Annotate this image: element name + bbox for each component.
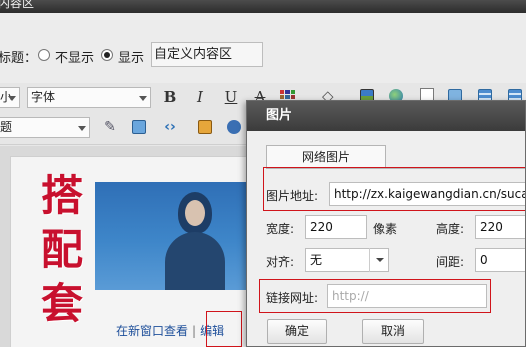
image-url-input[interactable]: http://zx.kaigewangdian.cn/sucaimo xyxy=(329,182,525,206)
width-unit-label: 像素 xyxy=(373,222,398,236)
link-url-input[interactable]: http:// xyxy=(327,284,487,308)
font-size-select[interactable]: 小 xyxy=(0,87,20,108)
content-photo[interactable] xyxy=(95,182,250,290)
edit-link[interactable]: 编辑 xyxy=(200,324,224,338)
paragraph-format-value: 题 xyxy=(0,120,13,134)
tab-web-image[interactable]: 网络图片 xyxy=(266,145,386,168)
source-code-icon[interactable]: ‹› xyxy=(160,117,180,137)
title-option-row: 标题： 不显示 显示 自定义内容区 xyxy=(0,13,526,83)
photo-body xyxy=(165,232,225,290)
image-url-label: 图片地址: xyxy=(266,189,319,203)
width-input[interactable]: 220 xyxy=(305,215,367,239)
image-dialog: 图片 网络图片 图片地址: http://zx.kaigewangdian.cn… xyxy=(246,100,526,347)
align-value: 无 xyxy=(310,253,323,267)
window-title: 内容区 xyxy=(0,0,35,10)
spacing-input[interactable]: 0 xyxy=(475,248,525,272)
italic-icon[interactable]: I xyxy=(190,87,210,107)
chevron-down-icon[interactable] xyxy=(369,248,389,272)
radio-show-label[interactable]: 显示 xyxy=(118,47,144,66)
insert-flash-icon[interactable] xyxy=(198,120,212,134)
tab-divider xyxy=(266,168,525,169)
image-action-links: 在新窗口查看 | 编辑 xyxy=(116,322,224,339)
font-family-value: 字体 xyxy=(31,90,56,104)
open-new-window-link[interactable]: 在新窗口查看 xyxy=(116,324,188,338)
insert-emotion-icon[interactable] xyxy=(227,120,241,134)
link-separator: | xyxy=(192,324,197,338)
width-label: 宽度: xyxy=(266,222,295,236)
font-family-select[interactable]: 字体 xyxy=(27,87,151,108)
insert-screenshot-icon[interactable] xyxy=(132,120,146,134)
align-label: 对齐: xyxy=(266,255,295,269)
chevron-down-icon xyxy=(8,96,16,101)
radio-hide-title[interactable] xyxy=(38,49,50,61)
spacing-label: 间距: xyxy=(436,255,465,269)
dialog-title: 图片 xyxy=(247,101,525,131)
height-label: 高度: xyxy=(436,222,465,236)
format-painter-icon[interactable]: ✎ xyxy=(100,117,120,137)
custom-title-input[interactable]: 自定义内容区 xyxy=(151,42,263,67)
link-url-label: 链接网址: xyxy=(266,291,319,305)
cancel-button[interactable]: 取消 xyxy=(362,319,424,344)
radio-show-title[interactable] xyxy=(101,49,113,61)
radio-hide-label[interactable]: 不显示 xyxy=(55,47,94,66)
photo-face xyxy=(185,200,205,226)
vertical-heading: 搭配套 xyxy=(40,171,83,328)
paragraph-format-select[interactable]: 题 xyxy=(0,117,90,138)
height-input[interactable]: 220 xyxy=(475,215,525,239)
underline-icon[interactable]: U xyxy=(221,87,241,107)
title-option-label: 标题： xyxy=(0,51,38,66)
window-title-bar: 内容区 xyxy=(0,0,526,13)
chevron-down-icon xyxy=(78,126,86,131)
chevron-down-icon xyxy=(139,96,147,101)
ok-button[interactable]: 确定 xyxy=(267,319,327,344)
bold-icon[interactable]: B xyxy=(160,87,180,107)
